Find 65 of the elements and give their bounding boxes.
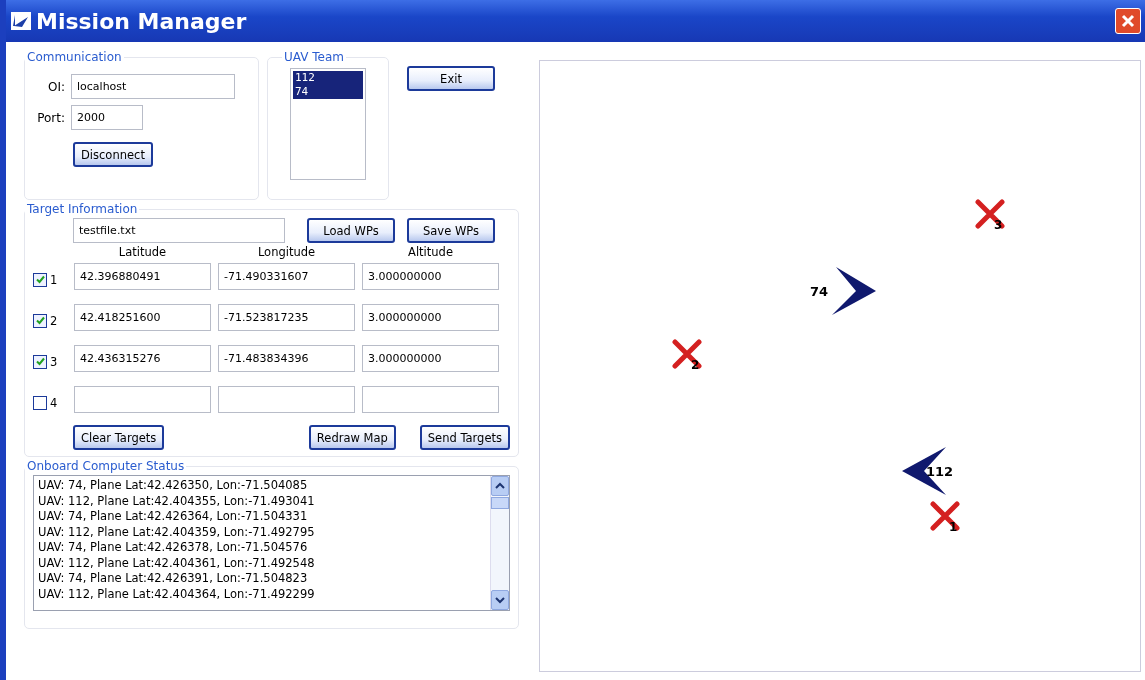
checkbox[interactable] (33, 395, 47, 410)
field-label: OI: (46, 79, 65, 94)
latitude-field[interactable] (74, 386, 211, 413)
disconnect-button[interactable]: Disconnect (73, 142, 153, 167)
status-line: UAV: 112, Plane Lat:42.404359, Lon:-71.492795 (38, 524, 316, 540)
load-button[interactable]: Load WPs (307, 218, 395, 243)
scroll-up-button[interactable] (491, 476, 509, 496)
group-title: UAV Team (283, 50, 345, 64)
longitude-field[interactable]: -71.483834396 (218, 345, 355, 372)
save-button[interactable]: Save WPs (407, 218, 495, 243)
send-targets-button[interactable]: Send Targets (419, 425, 510, 450)
scroll-thumb[interactable] (491, 497, 509, 509)
redraw-map-button[interactable]: Redraw Map (308, 425, 396, 450)
target-number: 3 (50, 354, 58, 369)
status-line: UAV: 74, Plane Lat:42.426364, Lon:-71.504331 (38, 509, 309, 525)
scrollbar[interactable] (490, 476, 509, 610)
altitude-field[interactable]: 3.000000000 (362, 345, 499, 372)
list-item[interactable]: 112 (293, 71, 363, 85)
close-icon (1121, 14, 1135, 28)
altitude-field[interactable] (362, 386, 499, 413)
window-title: Mission Manager (36, 8, 248, 34)
uav-label: 112 (926, 463, 954, 479)
status-line: UAV: 74, Plane Lat:42.426391, Lon:-71.504823 (38, 571, 309, 587)
group-title: Communication (26, 50, 123, 64)
plane-icon (10, 11, 32, 31)
target-number: 4 (50, 395, 58, 410)
target-x-icon (975, 199, 1005, 229)
target-number: 2 (50, 313, 58, 328)
checkbox[interactable] (33, 313, 47, 328)
checkbox[interactable] (33, 354, 47, 369)
latitude-field[interactable]: 42.396880491 (74, 263, 211, 290)
host-field[interactable]: localhost (71, 74, 235, 99)
uav-label: 74 (810, 283, 829, 299)
uav-list[interactable]: 112 74 (290, 68, 366, 180)
status-line: UAV: 112, Plane Lat:42.404355, Lon:-71.493041 (38, 493, 316, 509)
group-title: Target Information (26, 202, 139, 216)
column-header: Longitude (256, 245, 317, 259)
status-line: UAV: 74, Plane Lat:42.426350, Lon:-71.504085 (38, 478, 309, 494)
longitude-field[interactable]: -71.523817235 (218, 304, 355, 331)
target-number: 1 (50, 272, 58, 287)
list-item[interactable]: 74 (293, 85, 363, 99)
checkbox[interactable] (33, 272, 47, 287)
longitude-field[interactable]: -71.490331607 (218, 263, 355, 290)
field-label: Port: (36, 110, 65, 125)
target-x-icon (930, 501, 960, 531)
down-chevron-icon (495, 596, 505, 604)
port-field[interactable]: 2000 (71, 105, 143, 130)
target-x-icon (672, 339, 702, 369)
group-title: Onboard Computer Status (26, 459, 186, 473)
status-line: UAV: 112, Plane Lat:42.404364, Lon:-71.492299 (38, 586, 316, 602)
exit-button[interactable]: Exit (407, 66, 495, 91)
close-button[interactable] (1115, 8, 1141, 34)
clear-targets-button[interactable]: Clear Targets (73, 425, 165, 450)
status-line: UAV: 112, Plane Lat:42.404361, Lon:-71.492548 (38, 555, 316, 571)
column-header: Altitude (407, 245, 454, 259)
column-header: Latitude (117, 245, 168, 259)
altitude-field[interactable]: 3.000000000 (362, 304, 499, 331)
latitude-field[interactable]: 42.418251600 (74, 304, 211, 331)
file-field[interactable]: testfile.txt (73, 218, 285, 243)
longitude-field[interactable] (218, 386, 355, 413)
up-chevron-icon (495, 482, 505, 490)
latitude-field[interactable]: 42.436315276 (74, 345, 211, 372)
status-line: UAV: 74, Plane Lat:42.426378, Lon:-71.504576 (38, 540, 309, 556)
scroll-down-button[interactable] (491, 590, 509, 610)
altitude-field[interactable]: 3.000000000 (362, 263, 499, 290)
